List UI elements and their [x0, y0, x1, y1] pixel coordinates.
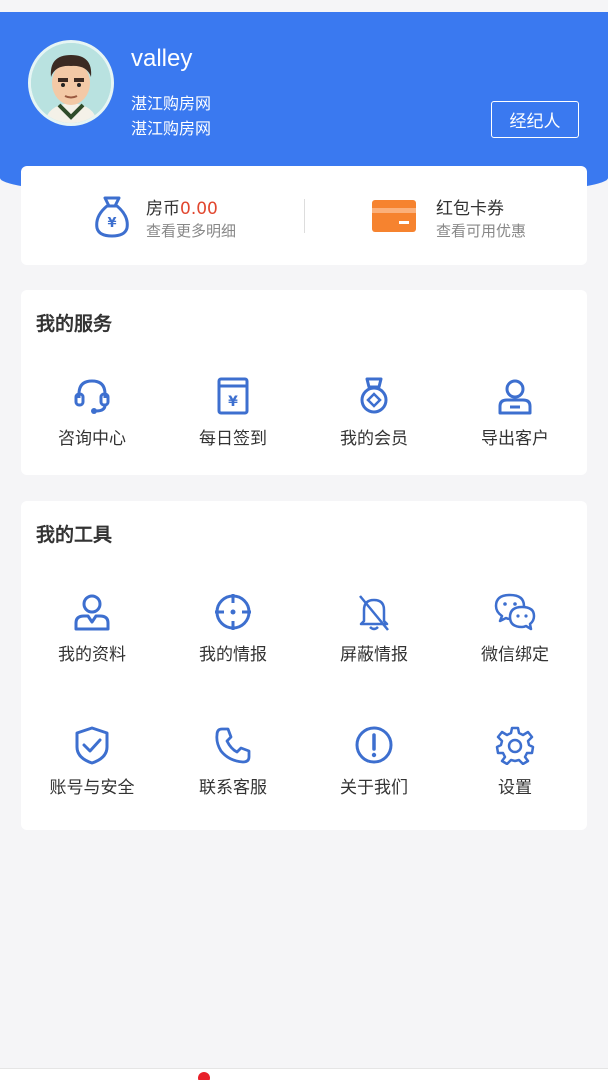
bell-off-icon	[359, 595, 389, 631]
tool-label: 设置	[498, 778, 532, 798]
calendar-yen-icon: ¥	[217, 377, 249, 415]
phone-icon	[215, 727, 251, 764]
gear-icon	[495, 726, 535, 765]
avatar-illustration-icon	[31, 43, 111, 123]
user-name: valley	[131, 45, 193, 72]
headset-icon	[74, 379, 110, 414]
money-bag-icon: ¥	[95, 196, 129, 238]
bottom-tab-bar	[0, 1068, 608, 1080]
user-export-icon	[498, 379, 532, 415]
tool-label: 账号与安全	[49, 778, 135, 798]
service-item-checkin[interactable]: ¥ 每日签到	[163, 376, 303, 449]
tool-item-security[interactable]: 账号与安全	[22, 725, 162, 798]
tool-label: 关于我们	[340, 778, 408, 798]
tools-title: 我的工具	[36, 524, 113, 546]
tool-label: 我的情报	[199, 645, 267, 665]
tool-item-block[interactable]: 屏蔽情报	[304, 592, 444, 665]
tool-label: 屏蔽情报	[340, 645, 408, 665]
tool-label: 微信绑定	[481, 645, 549, 665]
service-item-export[interactable]: 导出客户	[445, 376, 585, 449]
info-icon	[355, 726, 393, 764]
medal-icon	[360, 377, 388, 414]
tool-item-settings[interactable]: 设置	[445, 725, 585, 798]
service-label: 导出客户	[481, 429, 549, 449]
services-title: 我的服务	[36, 313, 113, 335]
avatar[interactable]	[28, 40, 114, 126]
coupon-label: 红包卡券	[436, 199, 504, 219]
agent-role-button[interactable]: 经纪人	[491, 101, 579, 138]
tool-item-profile[interactable]: 我的资料	[22, 592, 162, 665]
service-label: 咨询中心	[58, 429, 126, 449]
tool-item-intel[interactable]: 我的情报	[163, 592, 303, 665]
tool-item-contact[interactable]: 联系客服	[163, 725, 303, 798]
shield-check-icon	[75, 726, 109, 765]
svg-text:¥: ¥	[107, 216, 116, 231]
service-label: 我的会员	[340, 429, 408, 449]
tool-label: 联系客服	[199, 778, 267, 798]
coupon-card-icon	[372, 200, 416, 232]
coins-label-row: 房币0.00	[146, 194, 218, 219]
service-label: 每日签到	[199, 429, 267, 449]
tool-label: 我的资料	[58, 645, 126, 665]
wechat-icon	[494, 593, 536, 631]
coins-subtitle: 查看更多明细	[146, 222, 237, 240]
coins-value: 0.00	[180, 199, 218, 219]
coins-label: 房币	[146, 199, 180, 219]
notification-dot	[198, 1072, 210, 1080]
coins-section[interactable]: ¥ 房币0.00 查看更多明细	[21, 166, 304, 265]
service-item-consult[interactable]: 咨询中心	[22, 376, 162, 449]
tool-item-about[interactable]: 关于我们	[304, 725, 444, 798]
coupons-section[interactable]: 红包卡券 查看可用优惠	[305, 166, 587, 265]
crosshair-icon	[215, 594, 251, 630]
user-org-line-1: 湛江购房网	[131, 94, 212, 113]
tool-item-wechat[interactable]: 微信绑定	[445, 592, 585, 665]
coupon-subtitle: 查看可用优惠	[436, 222, 527, 240]
services-card: 我的服务 咨询中心 ¥ 每日签到 我的会员 导出客户	[21, 290, 587, 475]
user-icon	[74, 594, 110, 631]
svg-text:¥: ¥	[228, 394, 238, 410]
service-item-membership[interactable]: 我的会员	[304, 376, 444, 449]
tools-card: 我的工具 我的资料 我的情报 屏蔽情报 微信绑定 账号与安全 联系客服 关于我们…	[21, 501, 587, 830]
user-org-line-2: 湛江购房网	[131, 119, 212, 138]
wallet-card: ¥ 房币0.00 查看更多明细 红包卡券 查看可用优惠	[21, 166, 587, 265]
